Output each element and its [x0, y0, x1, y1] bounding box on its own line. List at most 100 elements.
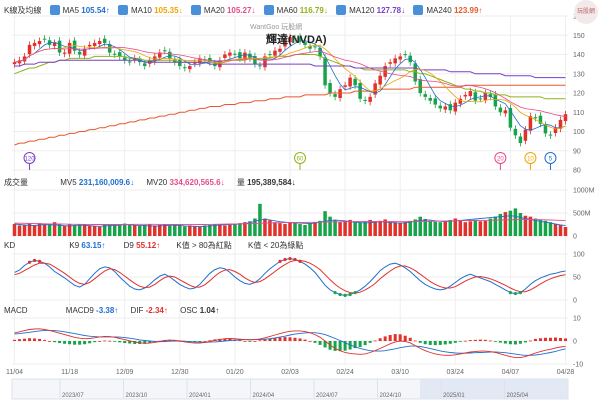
volume-bar	[163, 224, 167, 236]
date-tick-label: 11/04	[6, 369, 23, 376]
price-tick-label: 130	[573, 71, 585, 78]
mv20-value: 334,620,565.6↓	[169, 178, 225, 187]
ma20-value: 105.27↓	[226, 6, 256, 15]
kd-green-dot	[348, 292, 352, 297]
volume-bar	[153, 225, 157, 236]
ma60-checkbox[interactable]	[263, 5, 274, 15]
osc-bar	[433, 341, 437, 346]
volume-bar	[198, 226, 202, 236]
navigator-tick-label: 2024/10	[380, 393, 402, 399]
osc-bar	[378, 338, 382, 341]
candle-body	[548, 134, 553, 136]
volume-bar	[62, 225, 67, 236]
osc-bar	[333, 341, 337, 351]
date-tick-label: 04/28	[557, 369, 575, 376]
volume-bar	[233, 224, 237, 236]
mv20-label: MV20	[146, 178, 168, 187]
candle-body	[333, 94, 337, 97]
volume-bar	[418, 216, 422, 236]
osc-bar	[28, 338, 32, 341]
osc-bar	[248, 341, 252, 342]
volume-bar	[97, 226, 102, 236]
volume-bar	[87, 225, 92, 236]
osc-bar	[528, 340, 532, 342]
ma10-checkbox[interactable]	[117, 5, 128, 15]
candle-body	[328, 82, 332, 93]
volume-bar	[193, 225, 197, 236]
osc-bar	[253, 341, 257, 342]
kd-tick-label: 50	[573, 275, 581, 282]
osc-bar	[553, 337, 557, 341]
volume-bar	[173, 224, 177, 236]
ma120-checkbox[interactable]	[336, 5, 347, 15]
osc-bar	[113, 341, 117, 342]
osc-value: 1.04↑	[199, 306, 220, 315]
kd-green-dot	[513, 291, 518, 296]
logo-icon: 玩股網	[574, 0, 598, 24]
osc-bar	[118, 341, 122, 343]
osc-bar	[503, 341, 507, 344]
ma20-checkbox[interactable]	[190, 5, 201, 15]
candle-body	[228, 52, 232, 56]
navigator-tick-label: 2025/04	[507, 393, 529, 399]
candle-body	[178, 59, 182, 67]
volume-bar	[353, 221, 357, 236]
osc-bar	[393, 334, 397, 341]
osc-bar	[43, 340, 47, 341]
osc-bar	[493, 341, 497, 342]
kd-red-dot	[298, 259, 302, 263]
osc-bar	[423, 341, 427, 345]
ma240-label: MA240	[426, 6, 452, 15]
date-tick-label: 03/24	[447, 369, 465, 376]
volume-bar	[363, 221, 367, 236]
ma-legend: K線及均線 MA5 105.54↑ MA10 105.35↓ MA20 105.…	[0, 5, 600, 16]
volume-bar	[183, 226, 187, 236]
osc-bar	[53, 341, 57, 343]
volume-bar	[468, 221, 473, 236]
volume-bar	[493, 216, 498, 236]
volume-bar	[348, 219, 352, 236]
candle-body	[438, 105, 443, 109]
price-tick-label: 90	[573, 148, 581, 155]
osc-bar	[303, 339, 307, 341]
candle-body	[563, 114, 568, 122]
volume-bar	[263, 218, 267, 236]
osc-bar	[413, 340, 417, 342]
volume-bar	[57, 224, 62, 236]
candle-body	[258, 65, 262, 67]
ma240-checkbox[interactable]	[413, 5, 424, 15]
macd-tick-label: -10	[573, 362, 583, 369]
navigator-tick-label: 2024/07	[316, 393, 338, 399]
dif-label: DIF	[130, 306, 144, 315]
marker-label: 120	[25, 156, 36, 162]
ma60-label: MA60	[276, 6, 298, 15]
ma240-value: 123.99↑	[453, 6, 483, 15]
kd-red-dot	[283, 257, 287, 262]
volume-bar	[17, 225, 22, 236]
volume-bar	[478, 221, 483, 236]
volume-bar	[518, 213, 523, 236]
stock-chart: 80901001101201301401501600500M1000M05010…	[6, 14, 595, 400]
osc-bar	[98, 341, 102, 342]
candle-body	[102, 38, 107, 43]
volume-bar	[92, 225, 97, 236]
volume-bar	[238, 223, 242, 236]
volume-bar	[303, 224, 307, 236]
osc-bar	[308, 341, 312, 342]
osc-bar	[388, 335, 392, 341]
volume-bar	[273, 222, 277, 236]
osc-bar	[58, 341, 62, 344]
ma5-checkbox[interactable]	[49, 5, 60, 15]
osc-bar	[278, 337, 282, 341]
volume-bar	[548, 222, 553, 236]
osc-bar	[83, 341, 87, 345]
candle-body	[398, 56, 402, 60]
price-tick-label: 140	[573, 52, 585, 59]
osc-bar	[408, 337, 412, 341]
candle-body	[12, 62, 17, 65]
volume-bar	[338, 222, 342, 236]
candle-body	[117, 52, 122, 57]
kd-green-dot	[343, 293, 347, 297]
osc-bar	[63, 341, 67, 344]
date-tick-label: 12/09	[116, 369, 134, 376]
